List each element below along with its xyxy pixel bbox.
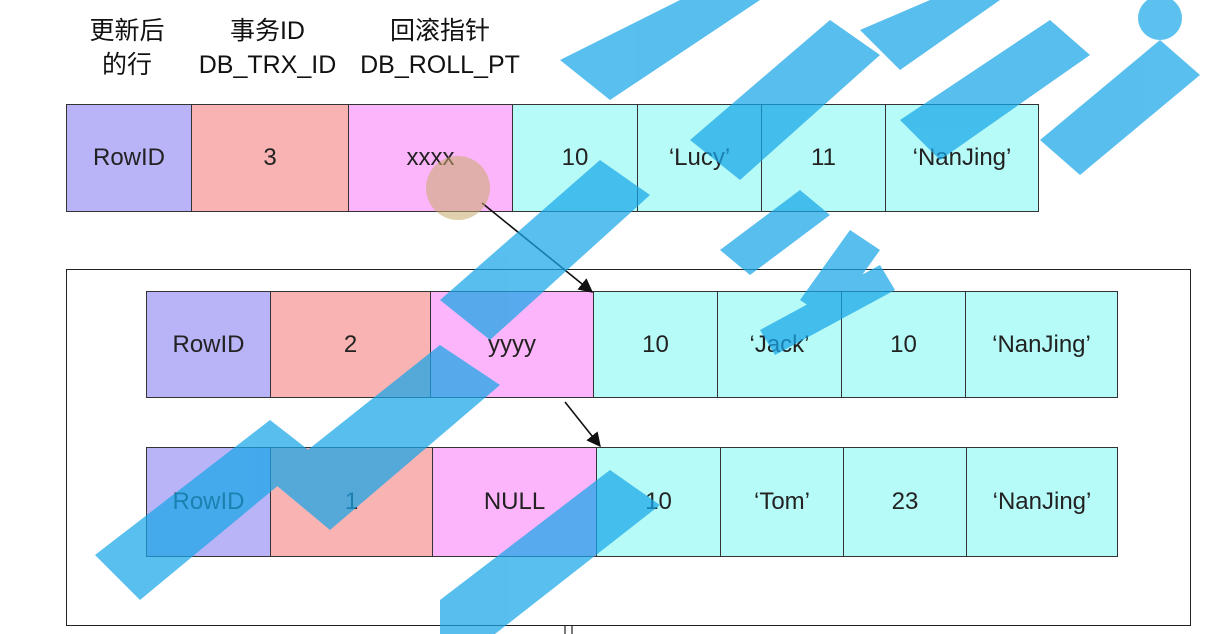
cell-value: ‘Tom’ (721, 448, 844, 556)
cell-rowid: RowID (147, 292, 271, 397)
cell-value: ‘NanJing’ (967, 448, 1117, 556)
cell-trx-id: 2 (271, 292, 431, 397)
cell-rowid: RowID (147, 448, 271, 556)
header-line: 事务ID (229, 17, 305, 45)
cell-value: ‘Lucy’ (638, 105, 762, 211)
cell-value: ‘NanJing’ (886, 105, 1038, 211)
cell-value: 11 (762, 105, 886, 211)
cell-value: 10 (513, 105, 638, 211)
cell-value: 10 (594, 292, 718, 397)
header-updated-row: 更新后 的行 (72, 14, 182, 82)
header-trx-id: 事务ID DB_TRX_ID (185, 14, 350, 82)
cell-rowid: RowID (67, 105, 192, 211)
header-line: 更新后 (89, 17, 165, 45)
cell-value: 23 (844, 448, 967, 556)
record-row-undo-2: RowID 1 NULL 10 ‘Tom’ 23 ‘NanJing’ (146, 447, 1118, 557)
record-row-current: RowID 3 xxxx 10 ‘Lucy’ 11 ‘NanJing’ (66, 104, 1039, 212)
cell-roll-ptr: yyyy (431, 292, 594, 397)
header-line: DB_TRX_ID (198, 51, 337, 79)
cell-value: 10 (597, 448, 721, 556)
cell-value: ‘Jack’ (718, 292, 842, 397)
cell-trx-id: 3 (192, 105, 349, 211)
cell-roll-ptr: xxxx (349, 105, 513, 211)
record-row-undo-1: RowID 2 yyyy 10 ‘Jack’ 10 ‘NanJing’ (146, 291, 1118, 398)
header-line: 回滚指针 (389, 17, 490, 45)
cell-value: 10 (842, 292, 966, 397)
watermark-dot-icon (1138, 0, 1182, 40)
cell-roll-ptr: NULL (433, 448, 597, 556)
header-roll-ptr: 回滚指针 DB_ROLL_PT (350, 14, 530, 82)
cell-trx-id: 1 (271, 448, 433, 556)
header-line: DB_ROLL_PT (360, 51, 520, 79)
cell-value: ‘NanJing’ (966, 292, 1117, 397)
header-line: 的行 (101, 51, 152, 79)
